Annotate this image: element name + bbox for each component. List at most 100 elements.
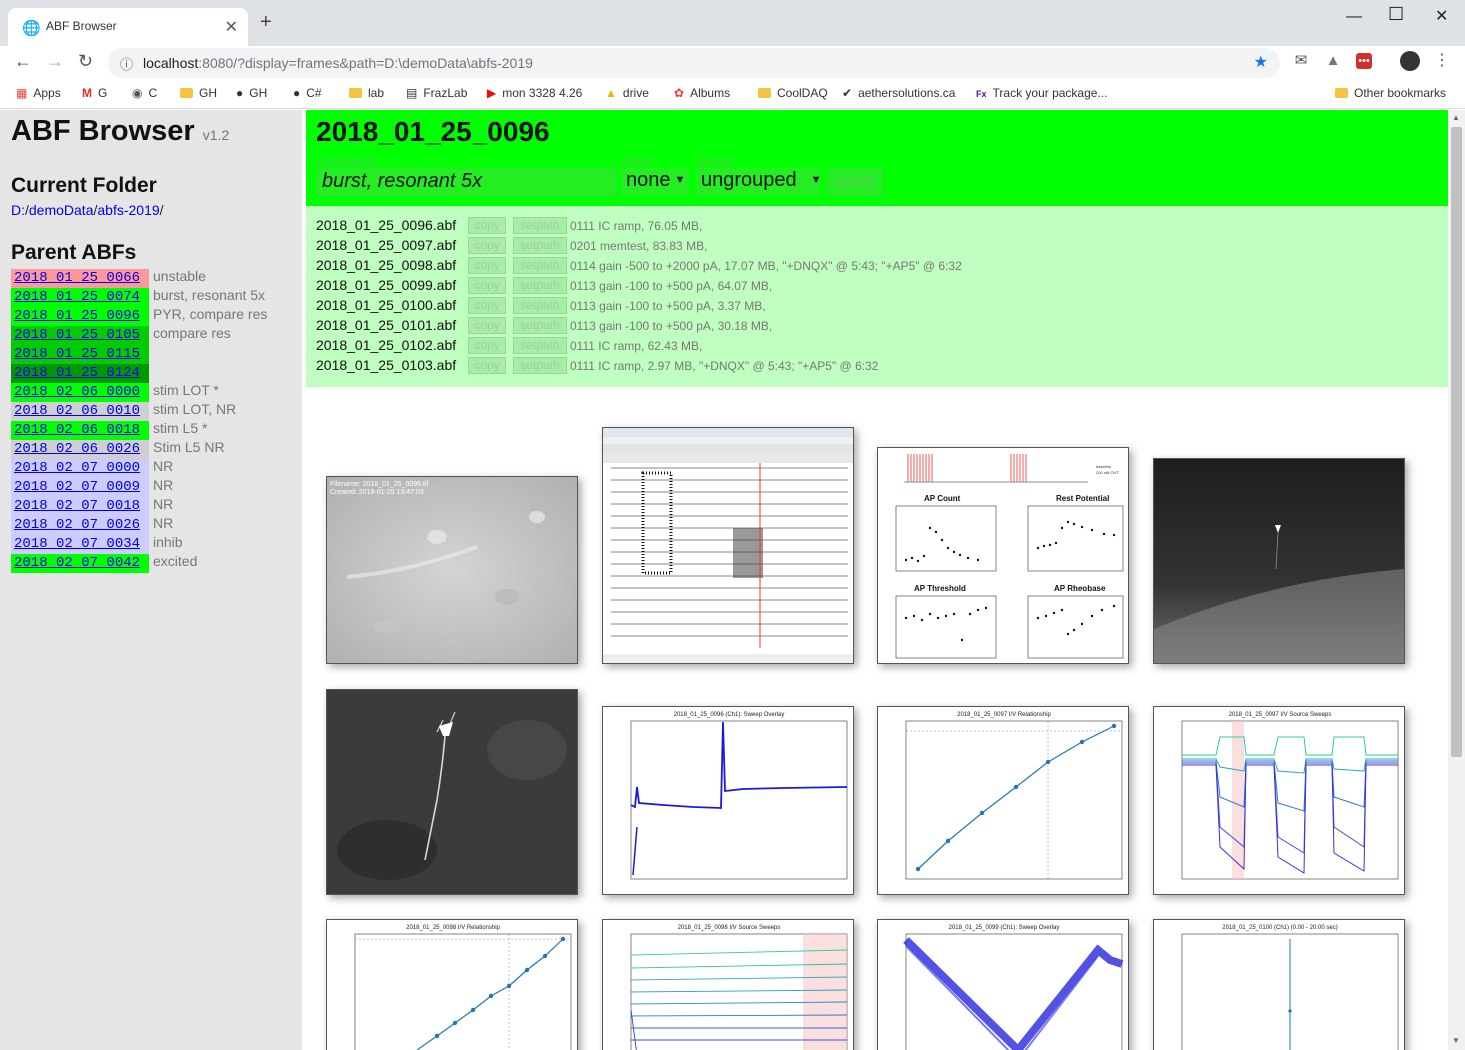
copy-button[interactable]: copy (468, 317, 506, 334)
iv-relationship-0097-thumbnail[interactable]: 2018_01_25_0097 I/V Relationship (877, 706, 1129, 895)
menu-dots-icon[interactable]: ⋮ (1434, 53, 1450, 69)
abf-file-description: 0111 IC ramp, 62.43 MB, (570, 339, 703, 353)
parent-abf-link[interactable]: 2018_02_06_0010 (11, 402, 149, 421)
comment-label: comment: (316, 153, 378, 169)
drive-icon: ▲ (605, 86, 617, 100)
bookmark-c[interactable]: ◉ C (132, 86, 157, 100)
bookmark-albums[interactable]: ✿ Albums (674, 86, 730, 100)
page-scrollbar[interactable]: ▲ ▼ (1448, 110, 1465, 1050)
fluorescence-neuron-thumbnail[interactable] (326, 689, 578, 895)
color-select[interactable]: none ▼ (621, 168, 689, 196)
parent-abf-link[interactable]: 2018_01_25_0105 (11, 326, 149, 345)
parent-abf-link[interactable]: 2018_01_25_0124 (11, 364, 149, 383)
parent-abf-list: 2018_01_25_0066 unstable 2018_01_25_0074 bu… (11, 268, 267, 573)
scroll-up-icon[interactable]: ▲ (1452, 113, 1460, 122)
fluorescence-thumbnail[interactable] (1153, 458, 1405, 664)
copy-button[interactable]: copy (468, 237, 506, 254)
abf-file-description: 0113 gain -100 to +500 pA, 30.18 MB, (570, 319, 773, 333)
bookmark-lab[interactable]: lab (349, 86, 384, 100)
parent-abf-link[interactable]: 2018_01_25_0074 (11, 288, 149, 307)
abf-file-name: 2018_01_25_0103.abf (316, 357, 457, 373)
scrollbar-thumb[interactable] (1451, 127, 1462, 757)
parent-abf-link[interactable]: 2018_02_07_0026 (11, 516, 149, 535)
drive-extension-icon[interactable]: ▲ (1325, 53, 1341, 69)
save-button[interactable]: save (827, 168, 883, 196)
minimize-icon[interactable]: — (1346, 8, 1362, 26)
new-tab-icon[interactable]: + (260, 11, 272, 34)
ap-analysis-thumbnail[interactable]: baseline 200 nM OXT AP Count Rest Potent… (877, 447, 1129, 664)
copy-button[interactable]: copy (468, 357, 506, 374)
chart-title: 2018_01_25_0098 I/V Source Sweeps (678, 925, 781, 931)
setpath-button[interactable]: setpath (513, 317, 567, 334)
sweep-overlay-0099-thumbnail[interactable]: 2018_01_25_0099 (Ch1): Sweep Overlay (877, 919, 1129, 1050)
group-select[interactable]: ungrouped ▼ (696, 168, 822, 196)
info-icon[interactable]: ⓘ (120, 54, 133, 73)
parent-abf-link[interactable]: 2018_01_25_0115 (11, 345, 149, 364)
legend-baseline: baseline (1096, 464, 1112, 469)
comment-input[interactable]: burst, resonant 5x (316, 168, 616, 196)
setpath-button[interactable]: setpath (513, 337, 567, 354)
path-link-abfs[interactable]: abfs-2019 (97, 202, 159, 218)
setpath-button[interactable]: setpath (513, 277, 567, 294)
lastpass-extension-icon[interactable]: ••• (1356, 53, 1372, 69)
clampfit-screenshot-thumbnail[interactable] (602, 427, 854, 664)
copy-button[interactable]: copy (468, 297, 506, 314)
parent-abf-link[interactable]: 2018_02_07_0034 (11, 535, 149, 554)
abf-file-description: 0111 IC ramp, 76.05 MB, (570, 219, 703, 233)
bookmark-gmail[interactable]: MG (82, 86, 107, 100)
copy-button[interactable]: copy (468, 277, 506, 294)
bookmark-drive[interactable]: ▲ drive (605, 86, 649, 100)
back-arrow-icon[interactable]: ← (14, 51, 32, 72)
bookmark-other[interactable]: Other bookmarks (1335, 86, 1446, 100)
copy-button[interactable]: copy (468, 337, 506, 354)
parent-abf-note (149, 363, 153, 379)
bookmark-fedex[interactable]: Fx Track your package... (976, 86, 1107, 100)
browser-tab[interactable]: 🌐 ABF Browser ✕ (8, 8, 248, 46)
maximize-icon[interactable]: ☐ (1388, 4, 1404, 25)
setpath-button[interactable]: setpath (513, 297, 567, 314)
path-link-drive[interactable]: D: (11, 202, 25, 218)
iv-source-sweeps-0097-thumbnail[interactable]: 2018_01_25_0097 I/V Source Sweeps (1153, 706, 1405, 895)
window-close-icon[interactable]: ✕ (1435, 6, 1448, 26)
forward-arrow-icon[interactable]: → (46, 51, 64, 72)
bookmark-mon[interactable]: ▶ mon 3328 4.26 (487, 86, 582, 100)
bookmark-csharp[interactable]: ● C# (293, 86, 322, 100)
copy-button[interactable]: copy (468, 217, 506, 234)
parent-abf-link[interactable]: 2018_02_06_0026 (11, 440, 149, 459)
parent-abf-link[interactable]: 2018_02_07_0018 (11, 497, 149, 516)
bookmark-gh-folder[interactable]: GH (180, 86, 217, 100)
bookmark-cooldaq[interactable]: CoolDAQ (758, 86, 828, 100)
setpath-button[interactable]: setpath (513, 357, 567, 374)
bookmark-aether[interactable]: ✔ aethersolutions.ca (842, 86, 955, 100)
reload-icon[interactable]: ↻ (78, 51, 93, 72)
bookmark-gh[interactable]: ● GH (236, 86, 267, 100)
setpath-button[interactable]: setpath (513, 257, 567, 274)
bookmark-apps[interactable]: ▦ Apps (16, 86, 61, 100)
parent-abf-link[interactable]: 2018_01_25_0096 (11, 307, 149, 326)
setpath-button[interactable]: setpath (513, 237, 567, 254)
copy-button[interactable]: copy (468, 257, 506, 274)
setpath-button[interactable]: setpath (513, 217, 567, 234)
folder-icon (1335, 88, 1348, 98)
bookmark-star-icon[interactable]: ★ (1254, 52, 1268, 72)
parent-abf-link[interactable]: 2018_02_06_0018 (11, 421, 149, 440)
parent-abf-link[interactable]: 2018_02_06_0000 (11, 383, 149, 402)
iv-source-sweeps-0098-thumbnail[interactable]: 2018_01_25_0098 I/V Source Sweeps (602, 919, 854, 1050)
parent-abf-link[interactable]: 2018_01_25_0066 (11, 269, 149, 288)
frazlab-icon: ▤ (406, 86, 418, 100)
parent-abf-row: 2018_02_06_0026 Stim L5 NR (11, 439, 267, 459)
profile-avatar[interactable] (1400, 51, 1420, 71)
micrograph-thumbnail[interactable]: Filename: 2018_01_25_0096.tif Created: 2… (326, 476, 578, 664)
sweep-0100-thumbnail[interactable]: 2018_01_25_0100 (Ch1) (0.00 - 20.00 sec) (1153, 919, 1405, 1050)
iv-relationship-0098-thumbnail[interactable]: 2018_01_25_0098 I/V Relationship (326, 919, 578, 1050)
parent-abf-link[interactable]: 2018_02_07_0042 (11, 554, 149, 573)
parent-abf-link[interactable]: 2018_02_07_0000 (11, 459, 149, 478)
scroll-down-icon[interactable]: ▼ (1452, 1036, 1460, 1045)
address-bar[interactable]: ⓘ localhost:8080/?display=frames&path=D:… (108, 48, 1280, 78)
path-link-demodata[interactable]: demoData (29, 202, 94, 218)
parent-abf-link[interactable]: 2018_02_07_0009 (11, 478, 149, 497)
mail-extension-icon[interactable]: ✉ (1293, 53, 1309, 69)
tab-close-icon[interactable]: ✕ (225, 17, 238, 37)
bookmark-frazlab[interactable]: ▤ FrazLab (406, 86, 467, 100)
sweep-overlay-0096-thumbnail[interactable]: 2018_01_25_0096 (Ch1): Sweep Overlay (602, 706, 854, 895)
